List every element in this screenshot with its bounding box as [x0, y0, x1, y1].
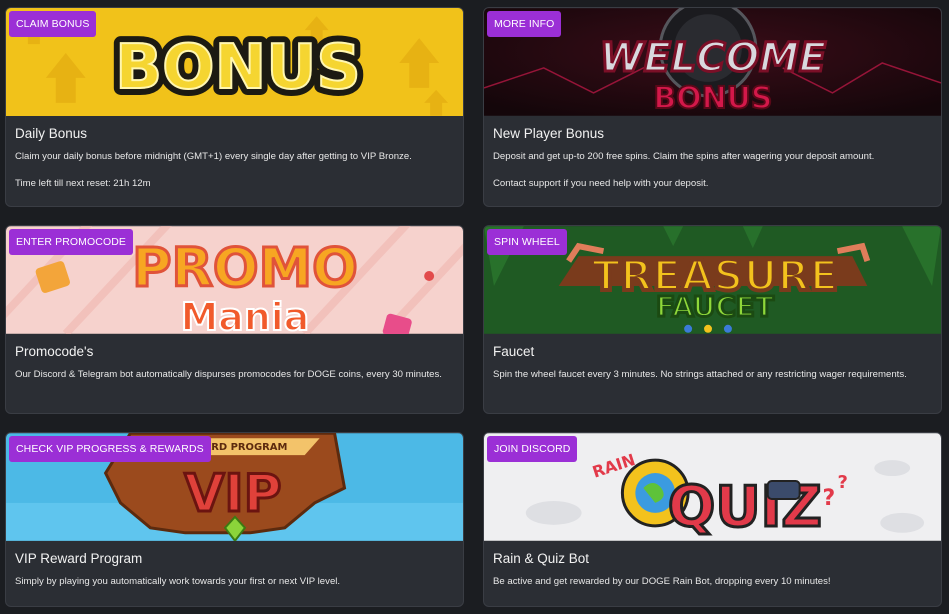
daily-bonus-description: Claim your daily bonus before midnight (…	[15, 151, 412, 162]
svg-text:?: ?	[837, 472, 847, 493]
vip-banner: REWARD PROGRAM VIP CHECK VIP PROGRESS & …	[6, 433, 463, 541]
rain-quiz-banner: RAIN QUIZ ? ? JOIN DISCORD	[484, 433, 941, 541]
vip-reward-program-description: Simply by playing you automatically work…	[15, 576, 341, 587]
svg-text:WELCOME: WELCOME	[600, 35, 826, 81]
treasure-faucet-banner: TREASURE FAUCET SPIN WHEEL	[484, 226, 941, 334]
rain-quiz-bot-body: Rain & Quiz Bot Be active and get reward…	[484, 541, 941, 589]
daily-bonus-title: Daily Bonus	[15, 126, 88, 141]
check-vip-progress-button[interactable]: CHECK VIP PROGRESS & REWARDS	[9, 436, 211, 462]
new-player-bonus-title: New Player Bonus	[493, 126, 605, 141]
card-vip-reward-program: REWARD PROGRAM VIP CHECK VIP PROGRESS & …	[5, 432, 464, 607]
bonus-grid: BONUS BONUS CLAIM BONUS Daily Bonus Clai…	[0, 0, 949, 614]
svg-text:VIP: VIP	[184, 464, 281, 524]
card-new-player-bonus: WELCOME BONUS MORE INFO New Player Bonus…	[483, 7, 942, 207]
join-discord-button[interactable]: JOIN DISCORD	[487, 436, 578, 462]
card-rain-quiz-bot: RAIN QUIZ ? ? JOIN DISCORD Rain & Quiz B…	[483, 432, 942, 607]
spin-wheel-button[interactable]: SPIN WHEEL	[487, 229, 567, 255]
svg-text:PROMO: PROMO	[132, 236, 358, 299]
daily-bonus-banner: BONUS BONUS CLAIM BONUS	[6, 8, 463, 116]
svg-text:Mania: Mania	[181, 295, 310, 334]
card-faucet: TREASURE FAUCET SPIN WHEEL Faucet Spin t…	[483, 225, 942, 414]
faucet-body: Faucet Spin the wheel faucet every 3 min…	[484, 334, 941, 382]
card-daily-bonus: BONUS BONUS CLAIM BONUS Daily Bonus Clai…	[5, 7, 464, 207]
promocodes-body: Promocode's Our Discord & Telegram bot a…	[6, 334, 463, 382]
rain-quiz-bot-description: Be active and get rewarded by our DOGE R…	[493, 576, 831, 587]
promocodes-title: Promocode's	[15, 344, 94, 359]
faucet-description: Spin the wheel faucet every 3 minutes. N…	[493, 369, 907, 380]
daily-bonus-timer: Time left till next reset: 21h 12m	[15, 178, 151, 189]
more-info-button[interactable]: MORE INFO	[487, 11, 562, 37]
svg-text:?: ?	[823, 486, 836, 511]
claim-bonus-button[interactable]: CLAIM BONUS	[9, 11, 97, 37]
new-player-bonus-description: Deposit and get up-to 200 free spins. Cl…	[493, 151, 875, 162]
faucet-title: Faucet	[493, 344, 535, 359]
daily-bonus-body: Daily Bonus Claim your daily bonus befor…	[6, 116, 463, 191]
new-player-bonus-body: New Player Bonus Deposit and get up-to 2…	[484, 116, 941, 191]
welcome-bonus-banner: WELCOME BONUS MORE INFO	[484, 8, 941, 116]
svg-text:BONUS: BONUS	[654, 81, 773, 116]
vip-reward-program-body: VIP Reward Program Simply by playing you…	[6, 541, 463, 589]
rain-quiz-bot-title: Rain & Quiz Bot	[493, 551, 590, 566]
svg-text:FAUCET: FAUCET	[656, 290, 774, 323]
promo-mania-banner: PROMO Mania ENTER PROMOCODE	[6, 226, 463, 334]
svg-text:BONUS: BONUS	[115, 31, 361, 103]
vip-reward-program-title: VIP Reward Program	[15, 551, 143, 566]
promocodes-description: Our Discord & Telegram bot automatically…	[15, 369, 442, 380]
card-promocodes: PROMO Mania ENTER PROMOCODE Promocode's …	[5, 225, 464, 414]
new-player-bonus-support-note: Contact support if you need help with yo…	[493, 178, 709, 189]
enter-promocode-button[interactable]: ENTER PROMOCODE	[9, 229, 134, 255]
